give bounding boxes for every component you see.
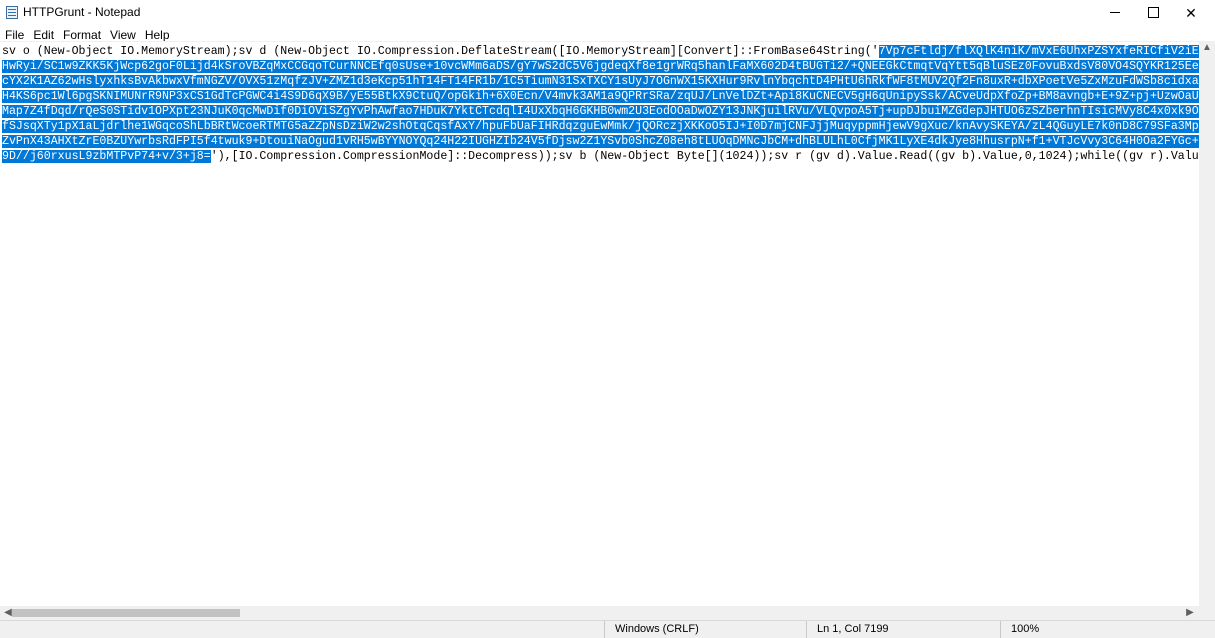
text-unselected: sv o (New-Object IO.MemoryStream);sv d (… (2, 45, 879, 58)
text-line: H4KS6pc1Wl6pgSKNIMUNrR9NP3xCS1GdTcPGWC4i… (2, 89, 1199, 104)
text-selection: 7Vp7cFtldj/flXQlK4niK/mVxE6UhxPZSYxfeRIC… (878, 45, 1199, 58)
scroll-right-icon[interactable]: ▶ (1184, 607, 1196, 619)
text-selection: Map7Z4fDqd/rQeS0STidv1OPXpt23NJuK0qcMwDi… (2, 105, 1199, 118)
close-icon: ✕ (1185, 4, 1197, 21)
horizontal-scrollbar[interactable]: ◀ ▶ (0, 606, 1199, 620)
text-unselected: '),[IO.Compression.CompressionMode]::Dec… (210, 150, 1199, 163)
notepad-icon[interactable] (6, 6, 18, 19)
line-ending-status: Windows (CRLF) (604, 621, 805, 638)
minimize-icon (1110, 12, 1120, 13)
horizontal-scroll-thumb[interactable] (12, 609, 240, 617)
cursor-position-status: Ln 1, Col 7199 (806, 621, 1007, 638)
text-line: ZvPnX43AHXtZrE0BZUYwrbsRdFPI5f4twuk9+Dto… (2, 134, 1199, 149)
text-editor[interactable]: sv o (New-Object IO.MemoryStream);sv d (… (0, 41, 1199, 607)
scroll-up-icon[interactable]: ▲ (1202, 43, 1212, 53)
scrollbar-corner (1199, 606, 1215, 620)
menu-help[interactable]: Help (141, 28, 174, 42)
menu-view[interactable]: View (106, 28, 140, 42)
vertical-scrollbar[interactable]: ▲ (1199, 41, 1215, 606)
text-line: cYX2K1AZ62wHslyxhksBvAkbwxVfmNGZV/OVX51z… (2, 74, 1199, 89)
text-selection: cYX2K1AZ62wHslyxhksBvAkbwxVfmNGZV/OVX51z… (2, 75, 1199, 88)
zoom-status: 100% (1000, 621, 1111, 638)
text-line: HwRyi/SC1w9ZKK5KjWcp62goF0Lijd4kSroVBZqM… (2, 59, 1199, 74)
text-selection: ZvPnX43AHXtZrE0BZUYwrbsRdFPI5f4twuk9+Dto… (2, 135, 1199, 148)
text-line: Map7Z4fDqd/rQeS0STidv1OPXpt23NJuK0qcMwDi… (2, 104, 1199, 119)
close-button[interactable]: ✕ (1168, 0, 1214, 25)
text-line: sv o (New-Object IO.MemoryStream);sv d (… (2, 44, 1199, 59)
text-selection: H4KS6pc1Wl6pgSKNIMUNrR9NP3xCS1GdTcPGWC4i… (2, 90, 1199, 103)
window-title: HTTPGrunt - Notepad (23, 5, 141, 19)
menu-file[interactable]: File (1, 28, 28, 42)
text-selection: fSJsqXTy1pX1aLjdrlhe1WGqcoShLbBRtWcoeRTM… (2, 120, 1199, 133)
title-bar[interactable]: HTTPGrunt - Notepad ✕ (0, 0, 1215, 25)
menu-edit[interactable]: Edit (29, 28, 58, 42)
maximize-icon (1147, 7, 1159, 18)
status-bar: Windows (CRLF) Ln 1, Col 7199 100% (0, 620, 1215, 638)
text-selection: HwRyi/SC1w9ZKK5KjWcp62goF0Lijd4kSroVBZqM… (2, 60, 1199, 73)
text-selection: 9D//j60rxusL9zbMTPvP74+v/3+j8= (2, 150, 211, 163)
menu-format[interactable]: Format (59, 28, 105, 42)
text-line: fSJsqXTy1pX1aLjdrlhe1WGqcoShLbBRtWcoeRTM… (2, 119, 1199, 134)
text-line: 9D//j60rxusL9zbMTPvP74+v/3+j8='),[IO.Com… (2, 149, 1199, 164)
